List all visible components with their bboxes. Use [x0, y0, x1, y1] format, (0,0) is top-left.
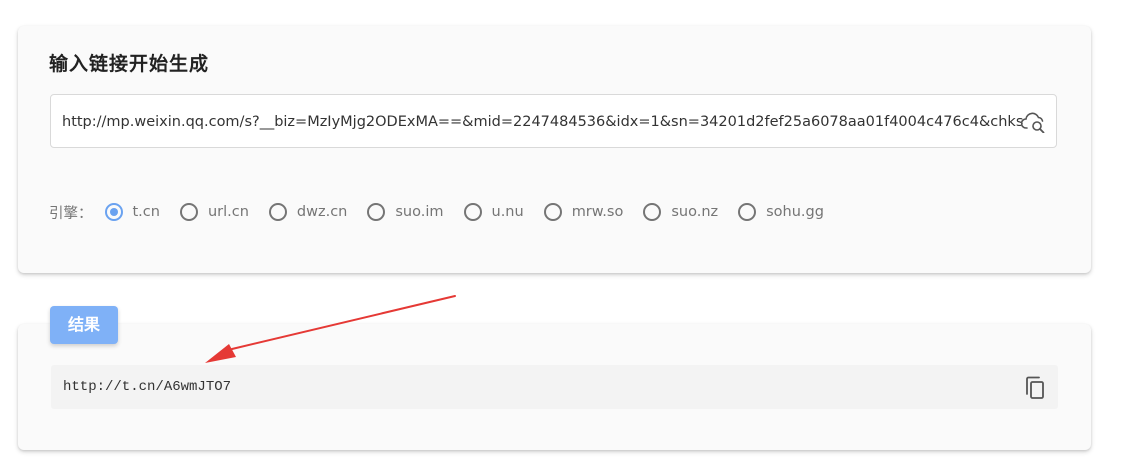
engine-option-label: suo.im — [395, 204, 444, 220]
engine-option-label: u.nu — [491, 204, 524, 220]
radio-icon[interactable] — [738, 203, 757, 221]
engine-option-label: t.cn — [132, 204, 160, 220]
result-badge: 结果 — [50, 306, 118, 344]
radio-icon[interactable] — [643, 203, 662, 221]
engine-option-label: mrw.so — [571, 204, 624, 220]
engine-option-label: url.cn — [207, 204, 249, 220]
engine-option-u-nu[interactable]: u.nu — [463, 203, 524, 221]
cloud-search-icon[interactable] — [1021, 111, 1047, 133]
radio-icon[interactable] — [367, 203, 386, 221]
engine-option-t-cn[interactable]: t.cn — [104, 203, 160, 221]
result-card: http://t.cn/A6wmJTO7 — [18, 324, 1091, 450]
result-output: http://t.cn/A6wmJTO7 — [51, 365, 1058, 409]
input-card: 输入链接开始生成 http://mp.weixin.qq.com/s?__biz… — [18, 26, 1091, 273]
engine-option-sohu-gg[interactable]: sohu.gg — [738, 203, 824, 221]
engine-option-mrw-so[interactable]: mrw.so — [543, 203, 624, 221]
engine-option-label: suo.nz — [671, 204, 719, 220]
radio-icon[interactable] — [543, 203, 562, 221]
engine-option-suo-im[interactable]: suo.im — [367, 203, 444, 221]
radio-icon[interactable] — [463, 203, 482, 221]
radio-icon[interactable] — [179, 203, 198, 221]
engine-option-dwz-cn[interactable]: dwz.cn — [268, 203, 348, 221]
url-input-value[interactable]: http://mp.weixin.qq.com/s?__biz=MzIyMjg2… — [62, 95, 1024, 149]
radio-selected-icon[interactable] — [104, 203, 123, 221]
engine-option-suo-nz[interactable]: suo.nz — [643, 203, 718, 221]
engine-option-label: dwz.cn — [296, 204, 348, 220]
input-section-title: 输入链接开始生成 — [49, 53, 210, 75]
short-url-text[interactable]: http://t.cn/A6wmJTO7 — [63, 365, 231, 409]
engine-label: 引擎： — [49, 205, 93, 222]
copy-icon[interactable] — [1024, 376, 1046, 400]
engine-option-url-cn[interactable]: url.cn — [179, 203, 249, 221]
radio-icon[interactable] — [268, 203, 287, 221]
engine-selector: 引擎： t.cn url.cn dwz.cn suo.im u.nu mrw.s… — [49, 201, 844, 223]
engine-option-label: sohu.gg — [766, 204, 824, 220]
url-input[interactable]: http://mp.weixin.qq.com/s?__biz=MzIyMjg2… — [50, 94, 1057, 148]
